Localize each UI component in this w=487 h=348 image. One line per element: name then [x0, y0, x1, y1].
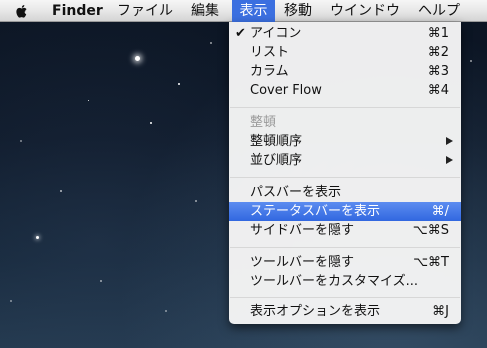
- menu-bar: Finder ファイル 編集 表示 移動 ウインドウ ヘルプ: [0, 0, 487, 22]
- shortcut-label: ⌘4: [427, 83, 449, 98]
- menu-item-label: カラム: [250, 64, 289, 79]
- shortcut-label: ⌘3: [427, 64, 449, 79]
- menu-item-label: 並び順序: [250, 153, 303, 168]
- menu-item-label: リスト: [250, 45, 290, 60]
- star: [165, 310, 167, 312]
- menu-item-show-path-bar[interactable]: パスバーを表示: [229, 183, 461, 202]
- shortcut-label: ⌥⌘S: [412, 223, 449, 238]
- menu-item-show-view-options[interactable]: 表示オプションを表示 ⌘J: [229, 302, 461, 321]
- menu-item-column-view[interactable]: カラム ⌘3: [229, 62, 461, 81]
- menu-item-label: ツールバーをカスタマイズ...: [250, 274, 419, 289]
- star: [210, 42, 212, 44]
- star: [195, 200, 197, 202]
- menu-item-label: ステータスバーを表示: [250, 204, 381, 219]
- star: [150, 122, 152, 124]
- star: [178, 83, 180, 85]
- checkmark-icon: ✔: [235, 26, 246, 41]
- menu-item-label: Cover Flow: [250, 83, 322, 98]
- menu-separator: [230, 297, 460, 298]
- menubar-window[interactable]: ウインドウ: [330, 0, 400, 22]
- shortcut-label: ⌘J: [432, 304, 449, 319]
- menu-separator: [230, 177, 460, 178]
- menu-item-label: 整頓順序: [250, 134, 303, 149]
- menu-item-show-status-bar[interactable]: ステータスバーを表示 ⌘/: [229, 202, 461, 221]
- menubar-edit[interactable]: 編集: [191, 0, 219, 22]
- menu-item-label: アイコン: [250, 26, 302, 41]
- menu-item-hide-sidebar[interactable]: サイドバーを隠す ⌥⌘S: [229, 221, 461, 240]
- star: [20, 140, 22, 142]
- menu-item-label: パスバーを表示: [250, 185, 342, 200]
- shortcut-label: ⌥⌘T: [413, 255, 449, 270]
- menu-item-label: 整頓: [250, 115, 277, 130]
- star: [10, 300, 12, 302]
- submenu-arrow-icon: [446, 137, 453, 145]
- menu-item-hide-toolbar[interactable]: ツールバーを隠す ⌥⌘T: [229, 253, 461, 272]
- menu-item-clean-up: 整頓: [229, 113, 461, 132]
- menubar-app-finder[interactable]: Finder: [52, 0, 103, 22]
- menu-item-icon-view[interactable]: ✔ アイコン ⌘1: [229, 24, 461, 43]
- menu-item-label: ツールバーを隠す: [250, 255, 355, 270]
- menu-item-coverflow-view[interactable]: Cover Flow ⌘4: [229, 81, 461, 100]
- shortcut-label: ⌘1: [427, 26, 449, 41]
- menu-item-label: サイドバーを隠す: [250, 223, 355, 238]
- menubar-view[interactable]: 表示: [232, 0, 275, 22]
- menu-item-list-view[interactable]: リスト ⌘2: [229, 43, 461, 62]
- view-menu-dropdown: ✔ アイコン ⌘1 リスト ⌘2 カラム ⌘3 Cover Flow ⌘4 整頓…: [229, 22, 461, 324]
- menu-separator: [230, 107, 460, 108]
- menu-item-arrange-by[interactable]: 整頓順序: [229, 132, 461, 151]
- shortcut-label: ⌘2: [427, 45, 449, 60]
- menu-item-label: 表示オプションを表示: [250, 304, 381, 319]
- menu-item-customize-toolbar[interactable]: ツールバーをカスタマイズ...: [229, 272, 461, 291]
- star: [60, 190, 62, 192]
- menu-separator: [230, 247, 460, 248]
- menu-item-sort-by[interactable]: 並び順序: [229, 151, 461, 170]
- menubar-go[interactable]: 移動: [284, 0, 312, 22]
- menubar-help[interactable]: ヘルプ: [418, 0, 460, 22]
- submenu-arrow-icon: [446, 156, 453, 164]
- menubar-file[interactable]: ファイル: [117, 0, 173, 22]
- shortcut-label: ⌘/: [431, 204, 449, 219]
- star: [100, 280, 102, 282]
- star: [135, 56, 140, 61]
- star: [36, 236, 39, 239]
- star: [88, 100, 89, 101]
- apple-logo-icon[interactable]: [14, 3, 30, 19]
- star: [470, 60, 472, 62]
